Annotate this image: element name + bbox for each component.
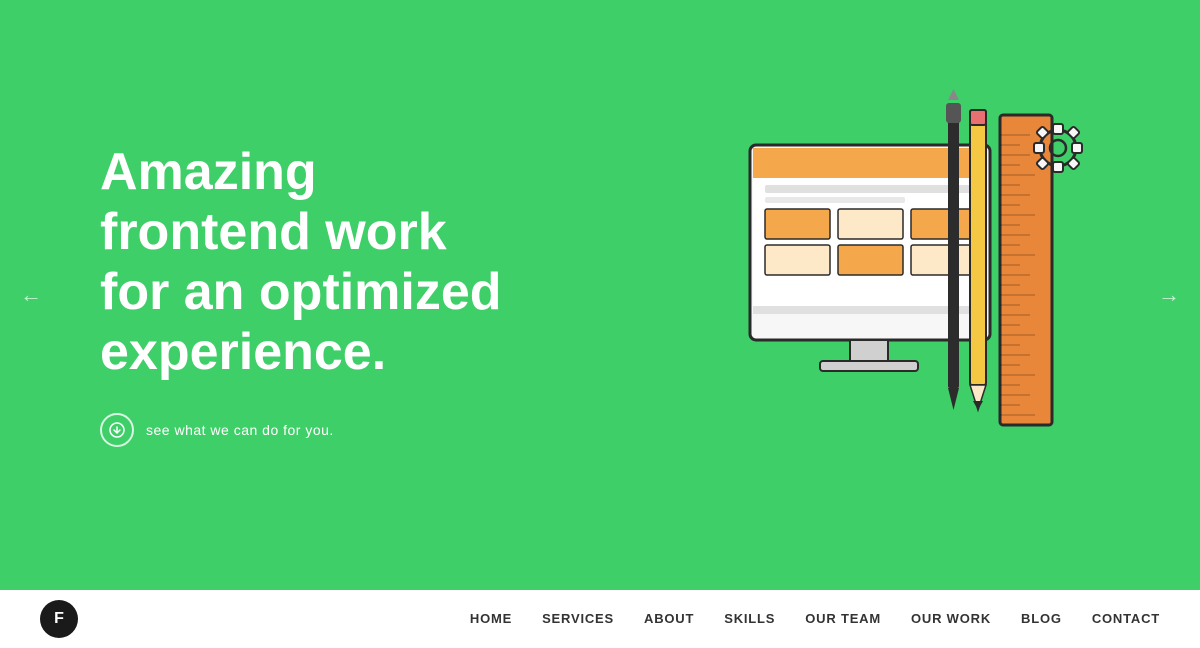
hero-illustration xyxy=(700,85,1100,505)
nav-link-services[interactable]: SERVICES xyxy=(542,611,614,626)
nav-links: HOME SERVICES ABOUT SKILLS OUR TEAM OUR WORK B… xyxy=(470,610,1160,628)
cta-down-icon xyxy=(100,413,134,447)
nav-item: ABOUT xyxy=(644,610,694,628)
nav-item: CONTACT xyxy=(1092,610,1160,628)
next-arrow[interactable]: → xyxy=(1158,282,1180,308)
hero-title: Amazing frontend work for an optimized e… xyxy=(100,143,520,382)
prev-arrow[interactable]: ← xyxy=(20,282,42,308)
nav-item: BLOG xyxy=(1021,610,1062,628)
nav-link-home[interactable]: HOME xyxy=(470,611,512,626)
nav-item: OUR WORK xyxy=(911,610,991,628)
logo[interactable]: F xyxy=(40,600,78,638)
hero-cta[interactable]: see what we can do for you. xyxy=(100,413,520,447)
nav-link-about[interactable]: ABOUT xyxy=(644,611,694,626)
illustration-svg xyxy=(700,85,1100,515)
nav-link-blog[interactable]: BLOG xyxy=(1021,611,1062,626)
nav-item: OUR TEAM xyxy=(805,610,881,628)
nav-item: HOME xyxy=(470,610,512,628)
hero-content: Amazing frontend work for an optimized e… xyxy=(100,143,520,446)
nav-link-our-work[interactable]: OUR WORK xyxy=(911,611,991,626)
nav-item: SKILLS xyxy=(724,610,775,628)
cta-label: see what we can do for you. xyxy=(146,422,334,438)
nav-link-skills[interactable]: SKILLS xyxy=(724,611,775,626)
nav-item: SERVICES xyxy=(542,610,614,628)
nav-link-our-team[interactable]: OUR TEAM xyxy=(805,611,881,626)
nav-link-contact[interactable]: CONTACT xyxy=(1092,611,1160,626)
navbar: F HOME SERVICES ABOUT SKILLS OUR TEAM OUR WOR… xyxy=(0,590,1200,648)
hero-section: ← Amazing frontend work for an optimized… xyxy=(0,0,1200,590)
